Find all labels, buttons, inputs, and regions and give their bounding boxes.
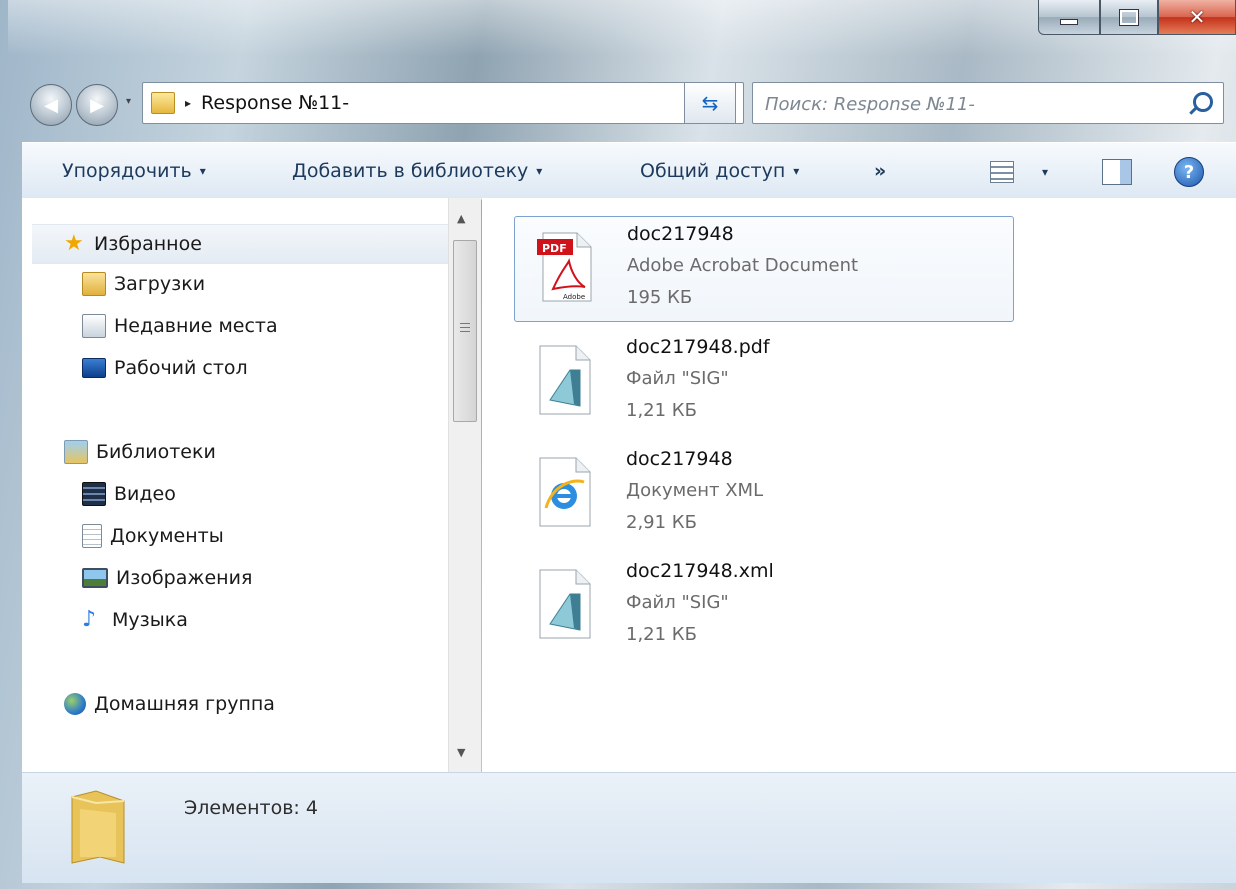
maximize-button[interactable] xyxy=(1100,0,1158,35)
nav-item-label: Библиотеки xyxy=(96,441,216,463)
file-name: doc217948 xyxy=(626,448,733,470)
share-button[interactable]: Общий доступ ▾ xyxy=(640,143,799,199)
homegroup-icon xyxy=(64,693,86,715)
breadcrumb-current-folder[interactable]: Response №11- xyxy=(201,92,349,114)
add-to-library-button[interactable]: Добавить в библиотеку ▾ xyxy=(292,143,542,199)
generic-file-icon xyxy=(539,569,591,639)
file-type: Документ XML xyxy=(626,480,764,501)
nav-item-downloads[interactable]: Загрузки xyxy=(82,266,205,302)
svg-text:Adobe: Adobe xyxy=(563,293,585,301)
downloads-folder-icon xyxy=(82,272,106,296)
nav-item-recent-places[interactable]: Недавние места xyxy=(82,308,278,344)
nav-item-favorites[interactable]: ★ Избранное xyxy=(32,224,452,264)
refresh-icon: ⇆ xyxy=(701,91,719,115)
scroll-down-icon[interactable]: ▼ xyxy=(457,746,465,759)
file-type: Файл "SIG" xyxy=(626,592,729,613)
change-view-icon[interactable] xyxy=(990,161,1014,183)
address-bar[interactable]: ▸ Response №11- ▾ xyxy=(142,82,773,124)
window-controls: ✕ xyxy=(1038,0,1236,40)
nav-item-label: Домашняя группа xyxy=(94,693,275,715)
nav-pane-scrollbar[interactable]: ▲ ▼ xyxy=(448,198,481,772)
nav-item-pictures[interactable]: Изображения xyxy=(82,560,252,596)
arrow-left-icon: ◀ xyxy=(44,94,58,116)
svg-text:PDF: PDF xyxy=(542,242,567,255)
navigation-row: ◀ ▶ ▾ ▸ Response №11- ▾ ⇆ xyxy=(30,80,1230,128)
file-size: 195 КБ xyxy=(627,287,693,308)
scroll-up-icon[interactable]: ▲ xyxy=(457,212,465,225)
status-bar: Элементов: 4 xyxy=(22,772,1236,883)
more-commands-button[interactable]: » xyxy=(874,143,886,199)
back-button[interactable]: ◀ xyxy=(30,84,72,126)
nav-item-documents[interactable]: Документы xyxy=(82,518,224,554)
libraries-icon xyxy=(64,440,88,464)
minimize-button[interactable] xyxy=(1038,0,1100,35)
help-icon[interactable]: ? xyxy=(1174,157,1204,187)
folder-icon xyxy=(151,92,175,114)
minimize-icon xyxy=(1060,19,1078,25)
chevron-down-icon: ▾ xyxy=(536,164,543,178)
nav-item-video[interactable]: Видео xyxy=(82,476,176,512)
nav-item-label: Документы xyxy=(110,525,224,547)
nav-item-label: Рабочий стол xyxy=(114,357,248,379)
chevron-down-icon: ▾ xyxy=(793,164,800,178)
forward-button[interactable]: ▶ xyxy=(76,84,118,126)
close-icon: ✕ xyxy=(1188,5,1206,29)
star-icon: ★ xyxy=(64,231,84,256)
file-name: doc217948.pdf xyxy=(626,336,770,358)
nav-item-label: Изображения xyxy=(116,567,253,589)
maximize-icon xyxy=(1119,8,1139,26)
nav-item-libraries[interactable]: Библиотеки xyxy=(64,434,216,470)
file-size: 1,21 КБ xyxy=(626,400,697,421)
file-item[interactable]: doc217948 Документ XML 2,91 КБ xyxy=(514,442,1012,546)
navigation-pane: ★ Избранное Загрузки Недавние места Рабо… xyxy=(22,198,452,772)
documents-icon xyxy=(82,524,102,548)
share-label: Общий доступ xyxy=(640,160,786,182)
search-box[interactable] xyxy=(752,82,1224,124)
item-count: Элементов: 4 xyxy=(184,797,318,819)
view-options-dropdown[interactable]: ▾ xyxy=(1042,165,1048,179)
nav-item-label: Видео xyxy=(114,483,176,505)
scrollbar-thumb[interactable] xyxy=(453,240,477,422)
video-icon xyxy=(82,482,106,506)
refresh-button[interactable]: ⇆ xyxy=(684,82,736,124)
nav-item-label: Избранное xyxy=(94,233,202,255)
close-button[interactable]: ✕ xyxy=(1158,0,1236,35)
file-list: PDF Adobe doc217948 Adobe Acrobat Docume… xyxy=(482,198,1236,772)
nav-item-music[interactable]: ♪ Музыка xyxy=(82,602,188,638)
nav-item-label: Загрузки xyxy=(114,273,206,295)
music-icon: ♪ xyxy=(82,607,97,632)
arrow-right-icon: ▶ xyxy=(90,94,104,116)
file-name: doc217948.xml xyxy=(626,560,774,582)
file-item[interactable]: doc217948.xml Файл "SIG" 1,21 КБ xyxy=(514,554,1012,658)
file-item[interactable]: PDF Adobe doc217948 Adobe Acrobat Docume… xyxy=(514,216,1014,322)
organize-label: Упорядочить xyxy=(62,160,192,182)
nav-item-label: Музыка xyxy=(112,609,188,631)
file-type: Файл "SIG" xyxy=(626,368,729,389)
generic-file-icon xyxy=(539,345,591,415)
nav-item-label: Недавние места xyxy=(114,315,278,337)
file-item[interactable]: doc217948.pdf Файл "SIG" 1,21 КБ xyxy=(514,330,1012,434)
pictures-icon xyxy=(82,568,108,588)
add-to-library-label: Добавить в библиотеку xyxy=(292,160,529,182)
pdf-icon: PDF Adobe xyxy=(537,232,592,302)
nav-item-desktop[interactable]: Рабочий стол xyxy=(82,350,248,386)
preview-pane-button[interactable] xyxy=(1102,159,1132,185)
search-input[interactable] xyxy=(763,89,1167,119)
file-type: Adobe Acrobat Document xyxy=(627,255,859,276)
ie-xml-icon xyxy=(539,457,591,527)
file-size: 1,21 КБ xyxy=(626,624,697,645)
search-icon[interactable] xyxy=(1193,92,1213,112)
chevron-down-icon: ▾ xyxy=(199,164,206,178)
breadcrumb-separator-icon[interactable]: ▸ xyxy=(185,96,191,110)
organize-button[interactable]: Упорядочить ▾ xyxy=(62,143,206,199)
desktop-icon xyxy=(82,358,106,378)
folder-icon xyxy=(71,790,125,864)
recent-pages-dropdown[interactable]: ▾ xyxy=(126,96,131,107)
recent-places-icon xyxy=(82,314,106,338)
nav-item-homegroup[interactable]: Домашняя группа xyxy=(64,686,275,722)
command-bar: Упорядочить ▾ Добавить в библиотеку ▾ Об… xyxy=(22,142,1236,200)
file-size: 2,91 КБ xyxy=(626,512,697,533)
file-name: doc217948 xyxy=(627,223,734,245)
grip-icon xyxy=(460,323,470,335)
